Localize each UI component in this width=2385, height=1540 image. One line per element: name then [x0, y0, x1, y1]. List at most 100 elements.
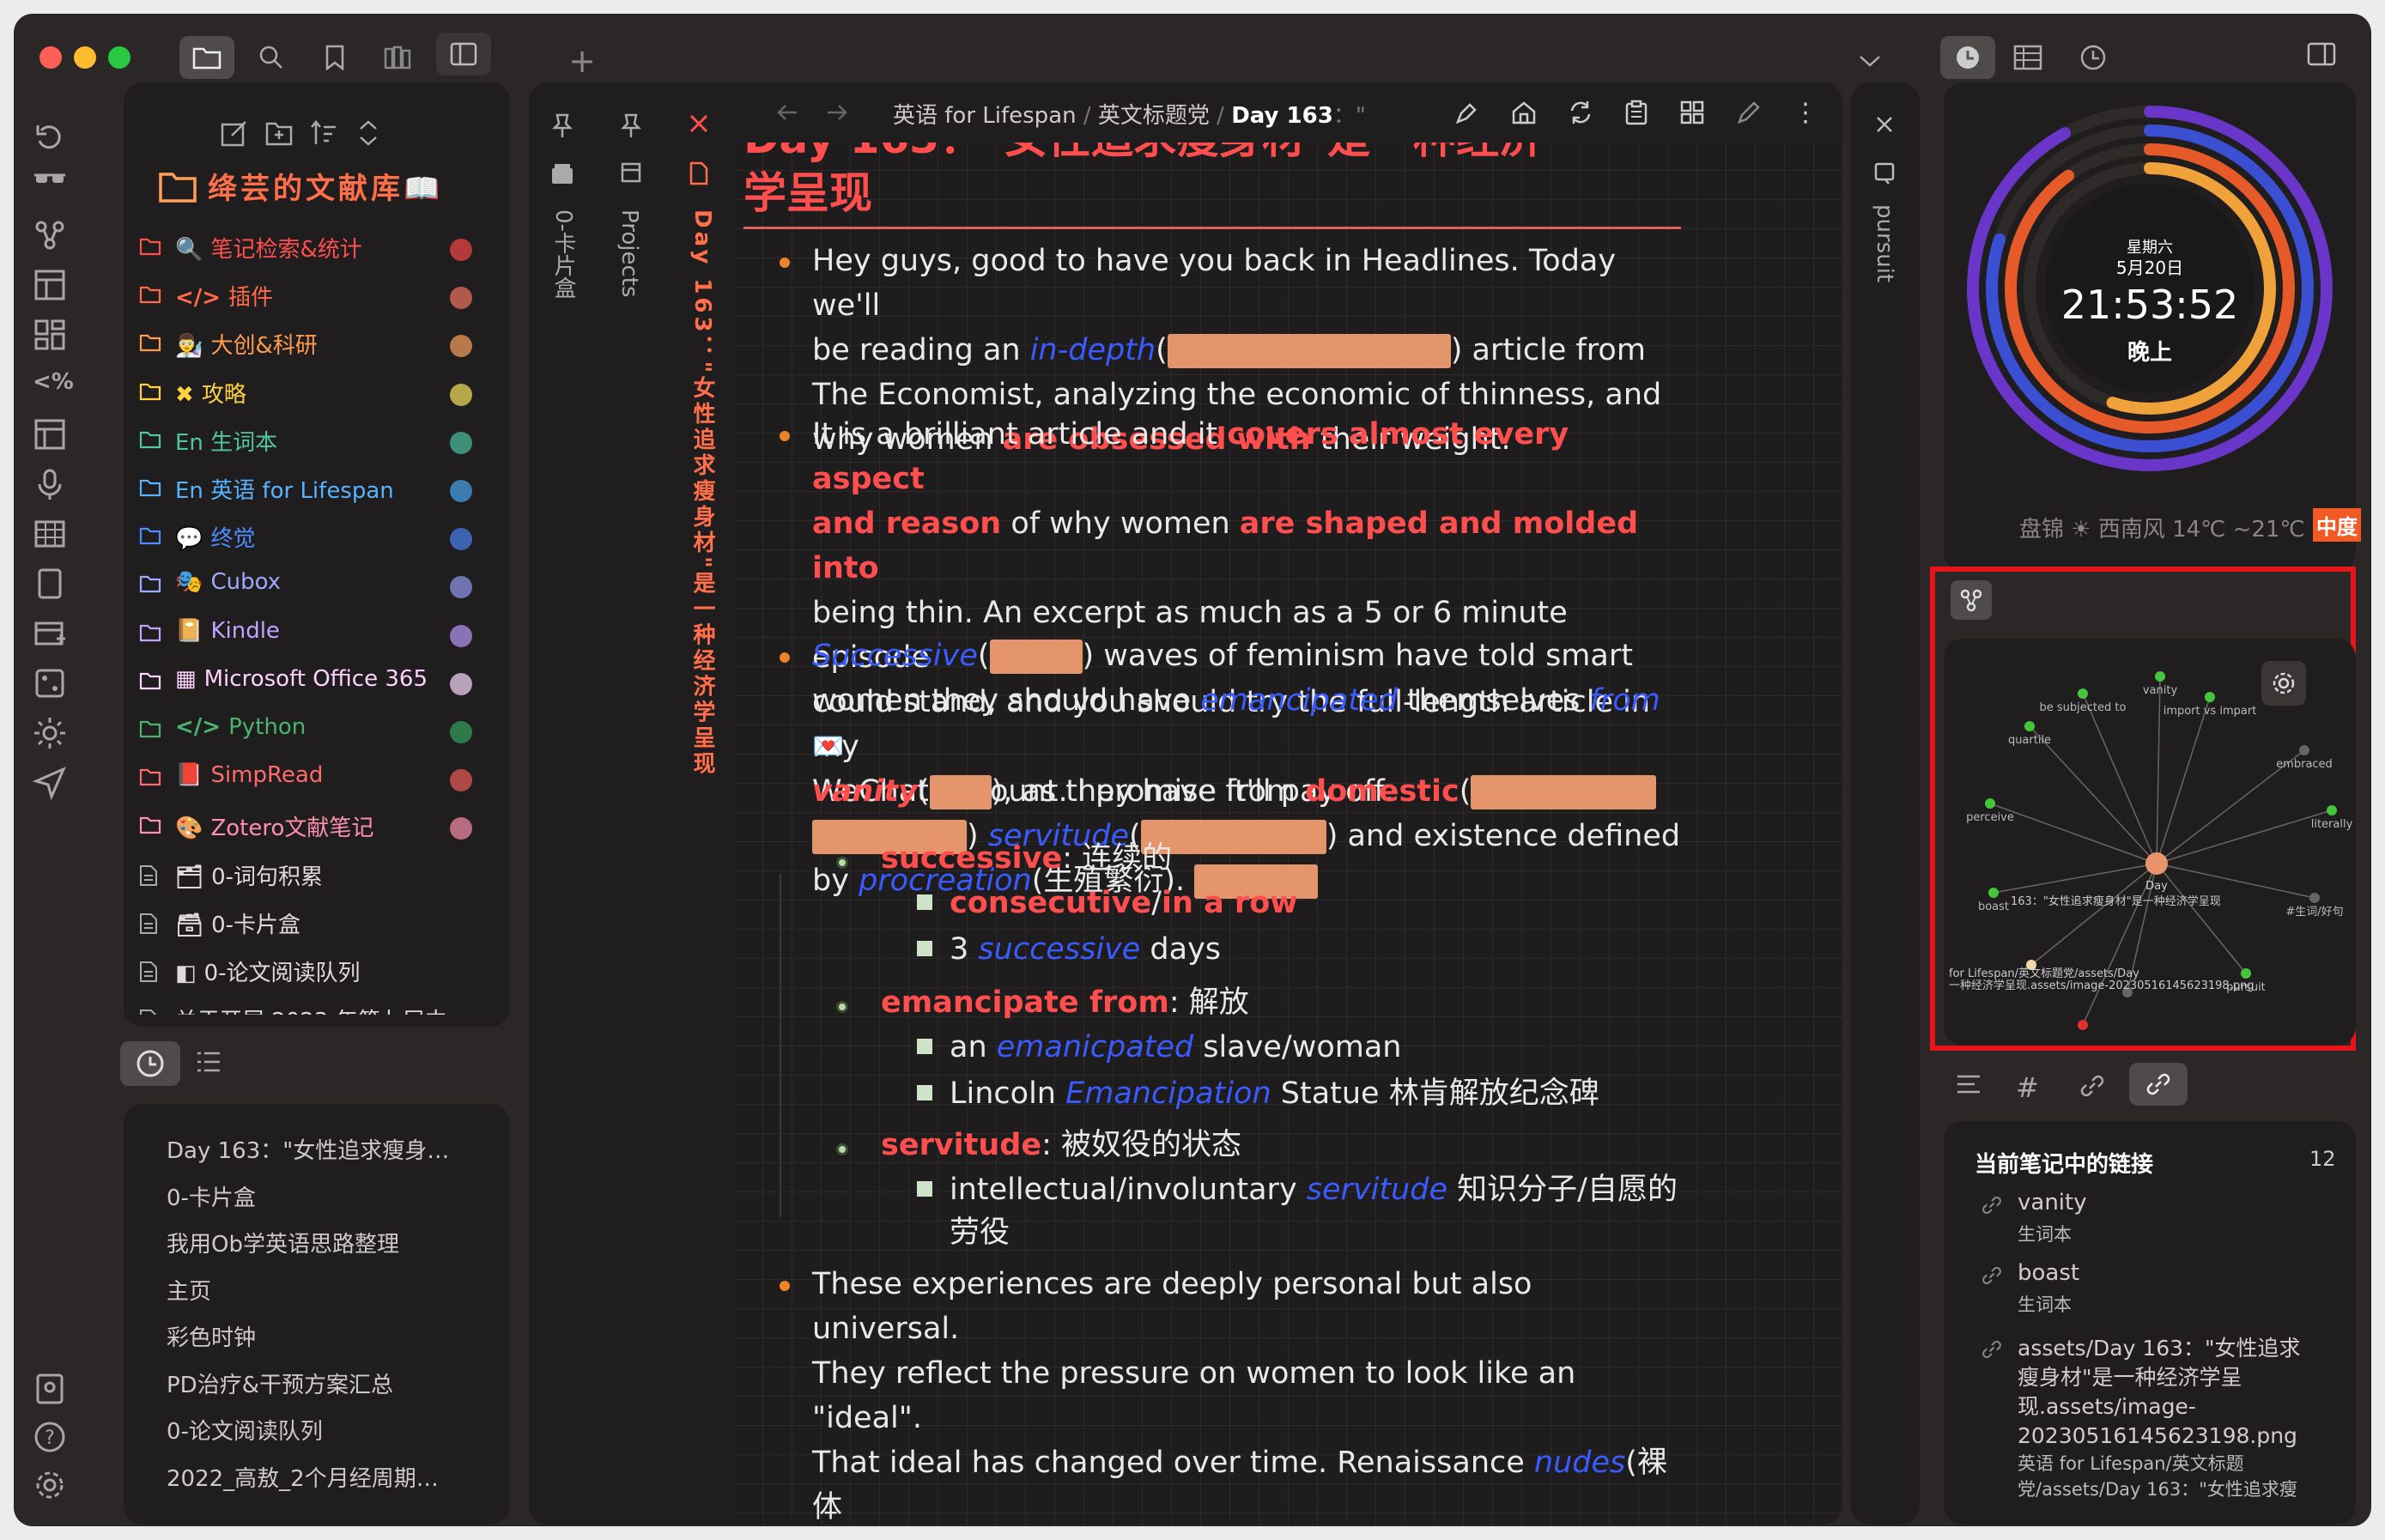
graph-node[interactable]: [2155, 671, 2165, 682]
outline-tab-icon[interactable]: [194, 1048, 223, 1077]
dashboard-icon[interactable]: [33, 318, 67, 352]
grid-icon[interactable]: [1679, 100, 1705, 125]
sidebar-item[interactable]: </> 插件: [124, 273, 484, 318]
new-note-icon[interactable]: [220, 118, 249, 148]
graph-node[interactable]: [2024, 721, 2035, 731]
sidebar-item[interactable]: 关于开展 2023 年第九届中…: [124, 997, 484, 1015]
sort-icon[interactable]: [309, 118, 338, 148]
sidebar-item[interactable]: En 生词本: [124, 418, 484, 463]
chevron-down-icon[interactable]: [1842, 39, 1897, 82]
more-options-icon[interactable]: ⋮: [1793, 98, 1818, 128]
sidebar-item[interactable]: En 英语 for Lifespan: [124, 466, 484, 511]
send-icon[interactable]: [33, 766, 67, 800]
pin-icon[interactable]: [551, 113, 573, 139]
tab-pursuit[interactable]: pursuit: [1872, 204, 1897, 282]
graph-current-node[interactable]: [2145, 852, 2168, 875]
local-graph-tab-icon[interactable]: [1951, 580, 1992, 620]
recent-file-item[interactable]: Day 163："女性追求瘦身…: [167, 1133, 449, 1165]
graph-node[interactable]: [1985, 798, 1995, 809]
canvas-icon[interactable]: [33, 666, 67, 700]
template-icon[interactable]: [33, 417, 67, 452]
breadcrumb-part[interactable]: 英文标题党: [1098, 103, 1210, 129]
sidebar-item[interactable]: 📔 Kindle: [124, 611, 484, 656]
undo-icon[interactable]: [33, 118, 67, 153]
recent-file-item[interactable]: 彩色时钟: [167, 1320, 256, 1352]
add-list-icon[interactable]: [33, 616, 67, 651]
recent-file-item[interactable]: 0-论文阅读队列: [167, 1414, 323, 1446]
tab-card-box[interactable]: 0-卡片盒: [548, 209, 580, 299]
search-icon[interactable]: [244, 36, 299, 79]
zoom-window-button[interactable]: [108, 46, 130, 69]
table-view-icon[interactable]: [2000, 36, 2055, 79]
pin-icon[interactable]: [620, 113, 642, 139]
outgoing-links-icon[interactable]: [2129, 1063, 2188, 1106]
new-tab-icon[interactable]: +: [555, 39, 610, 82]
vault-switch-icon[interactable]: [33, 1372, 67, 1406]
graph-node[interactable]: [2241, 968, 2251, 979]
sidebar-item[interactable]: 🎨 Zotero文献笔记: [124, 803, 484, 848]
tab-projects[interactable]: Projects: [616, 209, 642, 298]
sub-bullet[interactable]: [836, 1143, 848, 1155]
toggle-left-sidebar-icon[interactable]: [436, 33, 491, 76]
settings-icon[interactable]: [33, 1468, 67, 1502]
close-window-button[interactable]: [39, 46, 62, 69]
link-item-name[interactable]: vanity: [2018, 1190, 2087, 1216]
new-folder-icon[interactable]: [264, 118, 294, 148]
local-graph[interactable]: vanity be subjected to import vs impart qua…: [1944, 639, 2356, 1046]
bookmark-icon[interactable]: [307, 36, 362, 79]
clipboard-icon[interactable]: [1624, 100, 1648, 125]
sidebar-item[interactable]: 🗃 0-卡片盒: [124, 900, 484, 945]
edit-icon[interactable]: [1736, 100, 1762, 125]
outline-icon[interactable]: [1954, 1071, 1983, 1097]
library-icon[interactable]: [371, 36, 426, 79]
recent-file-item[interactable]: 0-卡片盒: [167, 1180, 256, 1212]
help-icon[interactable]: ?: [33, 1420, 67, 1454]
graph-icon[interactable]: [33, 218, 67, 252]
close-tab-icon[interactable]: [1875, 115, 1894, 134]
sun-icon[interactable]: [33, 716, 67, 750]
link-item-name[interactable]: boast: [2018, 1260, 2079, 1286]
minimize-window-button[interactable]: [74, 46, 96, 69]
sidebar-item[interactable]: 📕 SimpRead: [124, 755, 484, 800]
sidebar-item[interactable]: 🔍 笔记检索&统计: [124, 225, 484, 270]
recent-file-item[interactable]: 主页: [167, 1274, 211, 1306]
sidebar-item[interactable]: </> Python: [124, 707, 484, 752]
backlinks-icon[interactable]: [2078, 1071, 2107, 1100]
link-item-asset[interactable]: assets/Day 163："女性追求 瘦身材"是一种经济学呈 现.assets/…: [2018, 1334, 2344, 1502]
graph-node[interactable]: [2078, 1020, 2088, 1030]
sidebar-item[interactable]: 🗂 0-词句积累: [124, 852, 484, 897]
sidebar-item[interactable]: 👨‍🔬 大创&科研: [124, 321, 484, 366]
sub-bullet[interactable]: [836, 857, 848, 869]
sidebar-item[interactable]: ◧ 0-论文阅读队列: [124, 949, 484, 993]
graph-node[interactable]: [2309, 893, 2320, 903]
spreadsheet-icon[interactable]: [33, 517, 67, 551]
toggle-right-sidebar-icon[interactable]: [2294, 33, 2349, 76]
tab-day-163[interactable]: Day 163："女性追求瘦身材"是一种经济学呈现: [687, 209, 719, 778]
graph-node[interactable]: [2327, 805, 2337, 815]
microphone-icon[interactable]: [33, 467, 67, 501]
clock-view-icon[interactable]: [1940, 36, 1995, 79]
sidebar-item[interactable]: 🎭 Cubox: [124, 562, 484, 607]
sidebar-item[interactable]: ✖ 攻略: [124, 370, 484, 415]
recent-file-item[interactable]: PD治疗&干预方案汇总: [167, 1367, 393, 1399]
graph-node[interactable]: [2078, 688, 2088, 699]
recent-file-item[interactable]: 我用Ob学英语思路整理: [167, 1227, 399, 1258]
graph-node[interactable]: [1988, 888, 1999, 898]
history-icon[interactable]: [2066, 36, 2121, 79]
code-percent-icon[interactable]: <%: [33, 369, 74, 403]
glasses-icon[interactable]: [33, 167, 67, 201]
graph-node[interactable]: [2299, 745, 2309, 755]
files-tab-icon[interactable]: [179, 36, 234, 79]
tablet-icon[interactable]: [33, 567, 67, 601]
tags-icon[interactable]: #: [2016, 1071, 2039, 1104]
sync-icon[interactable]: [1568, 100, 1593, 125]
sub-bullet[interactable]: [836, 1001, 848, 1013]
sidebar-item[interactable]: ▦ Microsoft Office 365: [124, 659, 484, 704]
recent-file-item[interactable]: 2022_高敖_2个月经周期…: [167, 1461, 439, 1493]
home-icon[interactable]: [1511, 100, 1537, 125]
graph-node[interactable]: [2205, 692, 2215, 702]
back-arrow-icon[interactable]: [776, 103, 798, 122]
sidebar-item[interactable]: 💬 终觉: [124, 514, 484, 559]
pen-tool-icon[interactable]: [1454, 100, 1480, 125]
collapse-all-icon[interactable]: [355, 118, 381, 148]
